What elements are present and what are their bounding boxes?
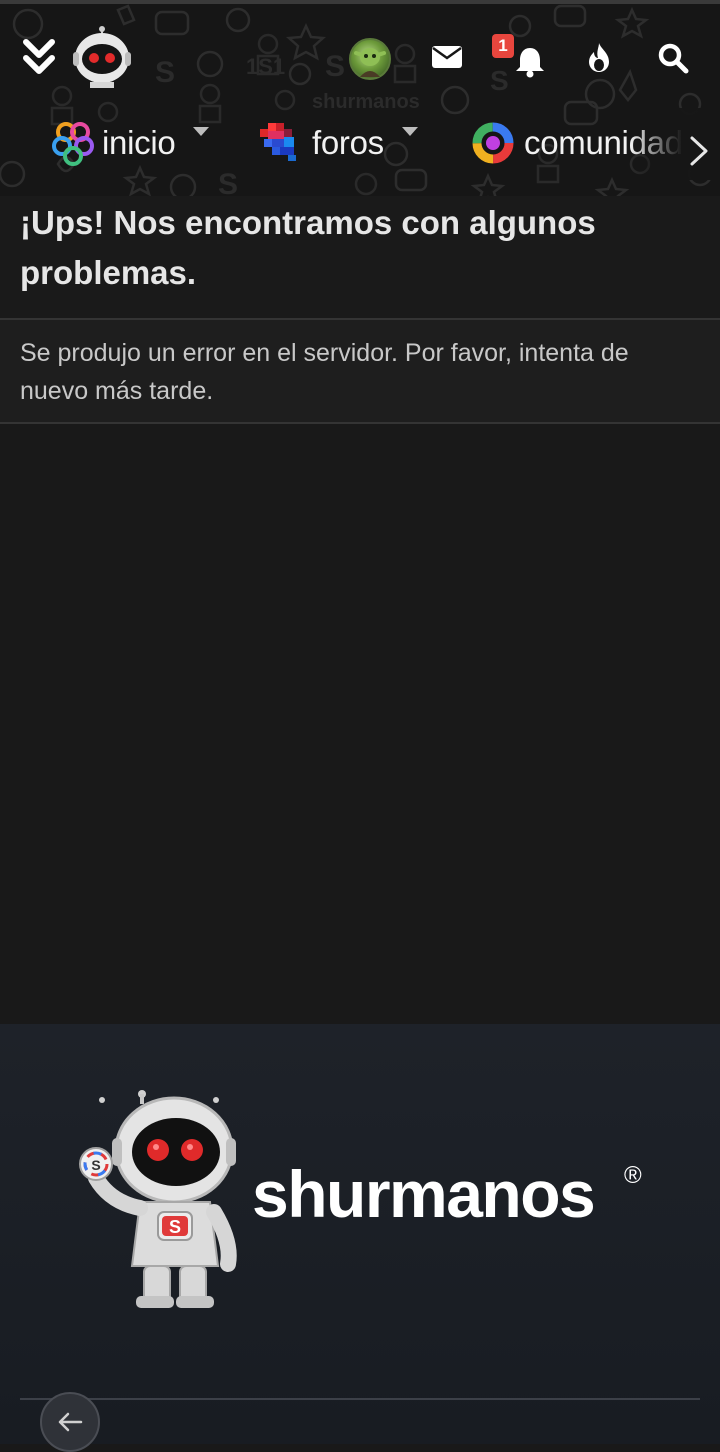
- back-button[interactable]: [40, 1392, 100, 1452]
- user-avatar[interactable]: [349, 38, 391, 80]
- comunidad-icon: [472, 122, 514, 164]
- caret-down-icon[interactable]: [193, 127, 210, 137]
- flame-icon[interactable]: [582, 40, 616, 76]
- footer-divider: [20, 1398, 700, 1400]
- nav-item-foros[interactable]: foros: [258, 118, 418, 168]
- alerts-button[interactable]: 1: [492, 34, 546, 80]
- error-title-block: ¡Ups! Nos encontramos con algunos proble…: [0, 196, 720, 318]
- robot-logo-icon[interactable]: [70, 24, 134, 90]
- main-content-empty: [0, 424, 720, 1024]
- bell-icon: [516, 48, 544, 78]
- chevron-right-icon[interactable]: [686, 134, 712, 168]
- svg-text:S: S: [169, 1217, 181, 1237]
- arrow-left-icon: [58, 1412, 83, 1432]
- foros-icon: [260, 123, 296, 161]
- error-message: Se produjo un error en el servidor. Por …: [20, 339, 629, 405]
- top-bar: 1: [0, 22, 720, 92]
- inicio-icon: [52, 122, 94, 166]
- main-nav: inicio foros comunidad: [0, 108, 720, 180]
- search-icon[interactable]: [655, 40, 691, 76]
- caret-down-icon[interactable]: [401, 127, 418, 137]
- svg-text:S: S: [91, 1157, 100, 1173]
- registered-mark: ®: [624, 1162, 642, 1189]
- page-title: ¡Ups! Nos encontramos con algunos proble…: [20, 204, 596, 291]
- notification-badge: 1: [492, 34, 514, 58]
- error-message-box: Se produjo un error en el servidor. Por …: [0, 318, 720, 424]
- nav-label-inicio: inicio: [102, 124, 176, 161]
- robot-mascot-icon: S S: [79, 1090, 237, 1308]
- envelope-icon[interactable]: [430, 40, 464, 74]
- double-chevron-down-icon[interactable]: [18, 36, 60, 80]
- site-footer: S S shurmanos ®: [0, 1024, 720, 1452]
- footer-brand-name: shurmanos: [252, 1157, 596, 1231]
- nav-label-foros: foros: [312, 124, 384, 161]
- nav-item-inicio[interactable]: inicio: [50, 118, 210, 168]
- site-header: S S S S 1S1 shurmanos 1 inicio foros com…: [0, 0, 720, 196]
